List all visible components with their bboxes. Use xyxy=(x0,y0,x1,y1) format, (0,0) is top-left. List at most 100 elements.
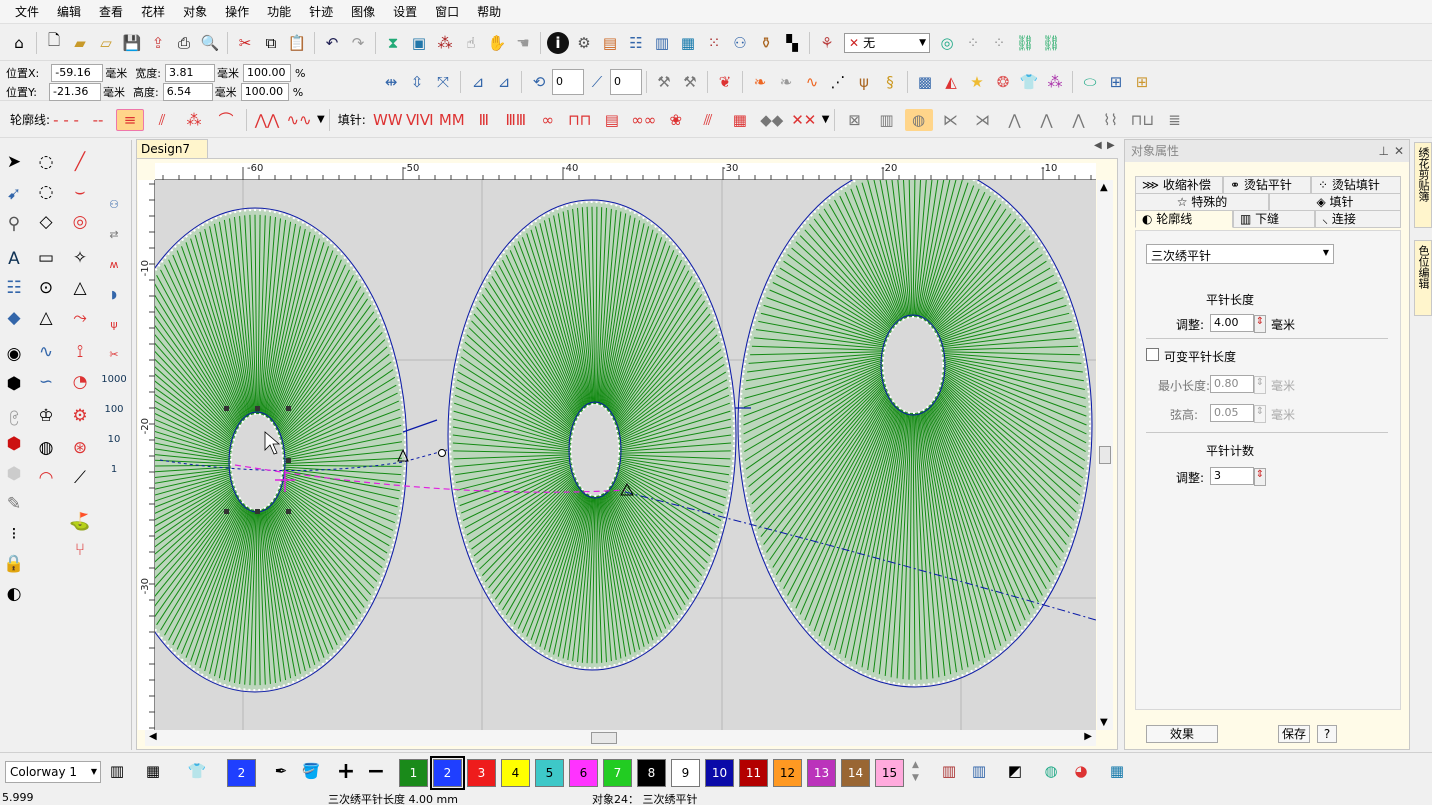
side-tab-clipboard[interactable]: 绣花剪贴簿 xyxy=(1414,142,1432,228)
transform2-icon[interactable]: ⚒ xyxy=(679,71,701,93)
density-10-icon[interactable]: 10 xyxy=(100,425,128,453)
pattern5-icon[interactable]: ⋊ xyxy=(969,109,997,131)
pattern2-icon[interactable]: ▥ xyxy=(873,109,901,131)
menu-file[interactable]: 文件 xyxy=(6,0,48,24)
fill-flower-icon[interactable]: ❀ xyxy=(662,109,690,131)
thread-grid-icon[interactable]: ▦ xyxy=(142,760,164,782)
circle-target-icon[interactable]: ◉ xyxy=(0,340,28,368)
eyedropper-icon[interactable]: ✒ xyxy=(270,760,292,782)
leaf-red-icon[interactable]: ❦ xyxy=(714,71,736,93)
fill-loop-icon[interactable]: ∞ xyxy=(534,109,562,131)
thread-swatch-14[interactable]: 14 xyxy=(841,759,870,787)
skew-icon[interactable]: ⟋ xyxy=(586,71,608,93)
tab-special[interactable]: ☆ 特殊的 xyxy=(1135,193,1269,211)
star-shape-icon[interactable]: ✧ xyxy=(66,244,94,272)
menu-view[interactable]: 查看 xyxy=(90,0,132,24)
sequins2-icon[interactable]: ⁘ xyxy=(988,32,1010,54)
fill-comb-icon[interactable]: Ⅲ xyxy=(470,109,498,131)
fill-satin-icon[interactable]: WW xyxy=(373,109,403,131)
circle-red-icon[interactable]: ◎ xyxy=(66,208,94,236)
color-ring-icon[interactable]: ◍ xyxy=(1040,760,1062,782)
barcode-icon[interactable]: ▚ xyxy=(781,32,803,54)
width-percent-input[interactable]: 100.00 xyxy=(242,64,291,82)
pattern11-icon[interactable]: ≣ xyxy=(1161,109,1189,131)
blue-icon[interactable]: ◗ xyxy=(100,280,128,308)
chord-height-input[interactable]: 0.05 xyxy=(1210,404,1254,422)
thread-chart2-icon[interactable]: ▥ xyxy=(968,760,990,782)
path-red-icon[interactable]: ⟟ xyxy=(66,338,94,366)
open-recent-icon[interactable]: ▱ xyxy=(95,32,117,54)
polygon-icon[interactable]: ◇ xyxy=(32,208,60,236)
redo-icon[interactable]: ↷ xyxy=(347,32,369,54)
shapes-add-icon[interactable]: △ xyxy=(32,304,60,332)
stamp-icon[interactable]: ⚱ xyxy=(755,32,777,54)
hoop-icon[interactable]: ⬭ xyxy=(1079,71,1101,93)
braid-icon[interactable]: § xyxy=(879,71,901,93)
thread-swatch-2[interactable]: 2 xyxy=(430,756,465,790)
target-icon[interactable]: ◎ xyxy=(936,32,958,54)
node-handle[interactable] xyxy=(438,449,446,457)
side-tab-color-edit[interactable]: 色位编辑 xyxy=(1414,240,1432,316)
export-icon[interactable]: ⇪ xyxy=(147,32,169,54)
run-length-input[interactable]: 4.00 xyxy=(1210,314,1254,332)
fill-diamond-icon[interactable]: ◆◆ xyxy=(758,109,786,131)
dots-icon[interactable]: ⁝ xyxy=(0,520,28,548)
needle-icon[interactable]: ✎ xyxy=(0,490,28,518)
mirror-v-icon[interactable]: ⇳ xyxy=(406,71,428,93)
scroll-thumb[interactable] xyxy=(1099,446,1111,464)
scallop-icon[interactable]: ◠ xyxy=(32,464,60,492)
pattern8-icon[interactable]: ⋀ xyxy=(1065,109,1093,131)
freehand-icon[interactable]: ∿ xyxy=(32,338,60,366)
menu-window[interactable]: 窗口 xyxy=(426,0,468,24)
open-folder-icon[interactable]: ▰ xyxy=(69,32,91,54)
hoop-circle-icon[interactable]: ◐ xyxy=(0,580,28,608)
info-icon[interactable]: i xyxy=(547,31,569,54)
colorway-palette-icon[interactable]: ▥ xyxy=(106,760,128,782)
fill-zig-icon[interactable]: ⅥⅥ xyxy=(406,109,434,131)
thread-chart-icon[interactable]: ▥ xyxy=(651,32,673,54)
curve-red-icon[interactable]: ⤳ xyxy=(66,304,94,332)
hexagon-gray-icon[interactable]: ⬢ xyxy=(0,460,28,488)
color-blocks-icon[interactable]: ⁂ xyxy=(434,32,456,54)
variable-length-checkbox[interactable] xyxy=(1146,348,1159,361)
spinner-icon[interactable]: ⇕ xyxy=(1254,405,1266,423)
print-preview-icon[interactable]: 🔍 xyxy=(199,32,221,54)
petal-right[interactable] xyxy=(737,180,1093,688)
grab-icon[interactable]: ✋ xyxy=(486,32,508,54)
freehand2-icon[interactable]: ∽ xyxy=(32,368,60,396)
dots-grid-icon[interactable]: ⁙ xyxy=(703,32,725,54)
star-icon[interactable]: ★ xyxy=(966,71,988,93)
tab-underlay[interactable]: ▥ 下缝 xyxy=(1233,210,1315,228)
select-arrow-icon[interactable]: ➤ xyxy=(0,148,28,176)
spinner-icon[interactable]: ⇕ xyxy=(1254,468,1266,486)
reshape-icon[interactable]: ➹ xyxy=(0,180,28,208)
ellipse-icon[interactable]: ⊙ xyxy=(32,274,60,302)
height-input[interactable]: 6.54 xyxy=(162,83,213,101)
shapes-icon[interactable]: ◭ xyxy=(940,71,962,93)
thread-swatch-10[interactable]: 10 xyxy=(705,759,734,787)
scroll-right-icon[interactable]: ▶ xyxy=(1084,731,1092,742)
fill-diag-icon[interactable]: ⫻ xyxy=(694,109,722,131)
effect-button[interactable]: 效果 xyxy=(1146,725,1218,743)
tab-fill[interactable]: ◈ 填针 xyxy=(1269,193,1401,211)
pattern9-icon[interactable]: ⌇⌇ xyxy=(1097,109,1125,131)
thread-select[interactable]: ✕ 无 ▼ xyxy=(844,32,930,53)
run-count-input[interactable]: 3 xyxy=(1210,467,1254,485)
tab-scroll-right-icon[interactable]: ▶ xyxy=(1107,140,1115,151)
menu-edit[interactable]: 编辑 xyxy=(48,0,90,24)
paint-bucket-icon[interactable]: 🪣 xyxy=(300,760,322,782)
running-dash-icon[interactable]: - - - xyxy=(52,109,80,131)
cut-icon[interactable]: ✂ xyxy=(234,32,256,54)
paste-icon[interactable]: 📋 xyxy=(286,32,308,54)
spinner-icon[interactable]: ⇕ xyxy=(1254,376,1266,394)
thread-swatch-6[interactable]: 6 xyxy=(569,759,598,787)
bean-icon[interactable]: ⁂ xyxy=(180,109,208,131)
density-1-icon[interactable]: 1 xyxy=(100,455,128,483)
mirror-h-icon[interactable]: ⇹ xyxy=(380,71,402,93)
branch-icon[interactable]: ψ xyxy=(100,310,128,338)
grid2-icon[interactable]: ⊞ xyxy=(1131,71,1153,93)
more-icon[interactable]: ▼ xyxy=(317,114,325,125)
thread-swatch-7[interactable]: 7 xyxy=(603,759,632,787)
tab-outline[interactable]: ◐ 轮廓线 xyxy=(1135,210,1233,228)
scissors-icon[interactable]: ✂ xyxy=(100,340,128,368)
